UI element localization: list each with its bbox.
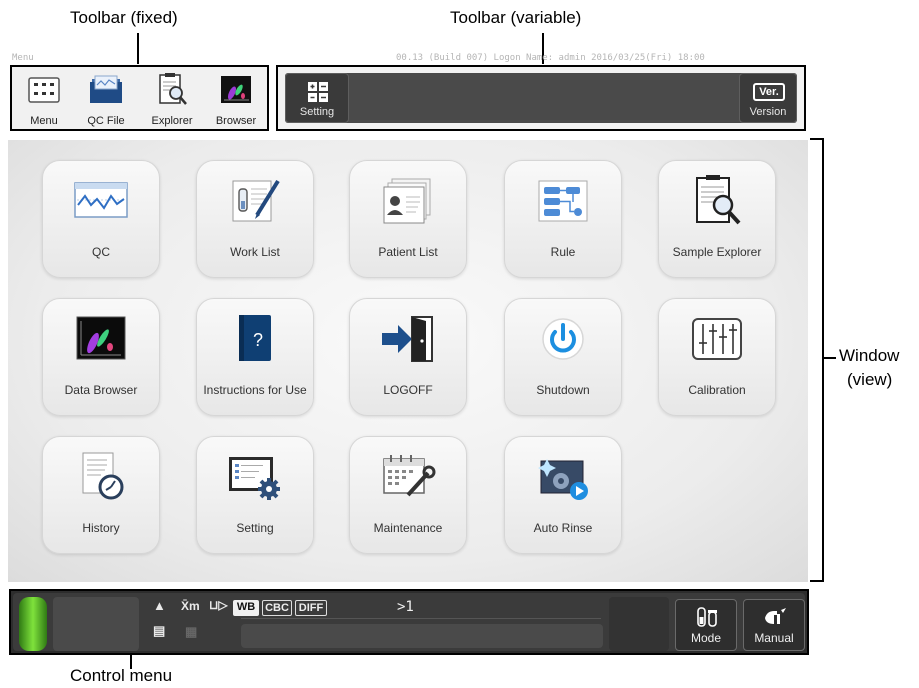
menu-tile-qc-label: QC	[92, 245, 110, 259]
aux-display-panel	[609, 597, 669, 651]
menu-tile-instructions-for-use[interactable]: ? Instructions for Use	[196, 298, 314, 416]
status-led-indicator	[19, 597, 47, 651]
logoff-door-icon	[382, 316, 433, 362]
menu-tile-patient-list-label: Patient List	[378, 245, 438, 259]
sample-explorer-icon	[696, 175, 741, 225]
toolbar-qc-file-button[interactable]: QC File	[76, 71, 136, 127]
main-window-view: QC Work List Patient List Rule Sample Ex…	[8, 140, 808, 582]
setting-gear-icon	[229, 457, 280, 500]
svg-text:?: ?	[253, 330, 263, 350]
callout-toolbar-fixed: Toolbar (fixed)	[70, 8, 178, 27]
toolbar-menu-button[interactable]: Menu	[14, 71, 74, 127]
toolbar-explorer-button[interactable]: Explorer	[142, 71, 202, 127]
auto-rinse-icon	[538, 459, 588, 500]
callout-bracket-window-bottom	[810, 580, 823, 582]
menu-tile-setting-label: Setting	[236, 521, 274, 535]
callout-bracket-window-vert	[822, 138, 824, 582]
setting-list-icon	[308, 82, 328, 102]
status-display-panel	[53, 597, 139, 651]
toolbar-version-label: Version	[749, 106, 787, 118]
menu-tile-sample-explorer-label: Sample Explorer	[672, 245, 762, 259]
menu-tile-history-label: History	[82, 521, 120, 535]
toolbar-version-button[interactable]: Ver. Version	[739, 73, 797, 123]
status-line-right: 00.13 (Build 007) Logon Name: admin 2016…	[396, 53, 705, 63]
menu-tile-logoff[interactable]: LOGOFF	[349, 298, 467, 416]
memory-card-icon: ▦	[185, 624, 198, 639]
menu-tile-instructions-for-use-label: Instructions for Use	[203, 383, 307, 397]
callout-window-sub: (view)	[847, 370, 893, 389]
patient-list-icon	[383, 178, 431, 224]
control-menu-panel: ▲ ▤ X̄m ▦ ⊔▷ WB CBC DIFF >1 Mode Manual	[13, 593, 805, 651]
aspirate-icon: ▲	[153, 598, 166, 613]
tube-mode-icon	[697, 607, 717, 627]
maintenance-calendar-icon	[383, 455, 436, 497]
menu-tile-maintenance[interactable]: Maintenance	[349, 436, 467, 554]
menu-tile-calibration-label: Calibration	[688, 383, 746, 397]
toolbar-browser-button[interactable]: Browser	[206, 71, 266, 127]
callout-control-menu: Control menu	[70, 666, 173, 685]
instructions-book-icon: ?	[239, 315, 271, 361]
menu-tile-logoff-label: LOGOFF	[383, 383, 433, 397]
toolbar-menu-label: Menu	[30, 115, 58, 127]
menu-tile-auto-rinse[interactable]: Auto Rinse	[504, 436, 622, 554]
menu-tile-rule[interactable]: Rule	[504, 160, 622, 278]
menu-tile-work-list[interactable]: Work List	[196, 160, 314, 278]
calibration-sliders-icon	[692, 318, 742, 360]
data-browser-icon	[76, 316, 126, 360]
tube-sampler-icon: ⊔▷	[209, 598, 228, 612]
manual-button-label: Manual	[754, 631, 794, 645]
menu-tile-auto-rinse-label: Auto Rinse	[533, 521, 593, 535]
menu-tile-data-browser-label: Data Browser	[64, 383, 138, 397]
explorer-icon	[159, 73, 187, 105]
callout-line-toolbar-fixed	[137, 33, 139, 64]
control-menu: ▲ ▤ X̄m ▦ ⊔▷ WB CBC DIFF >1 Mode Manual	[9, 589, 809, 655]
menu-tile-sample-explorer[interactable]: Sample Explorer	[658, 160, 776, 278]
toolbar-setting-button[interactable]: Setting	[285, 73, 349, 123]
menu-grid-icon	[28, 77, 60, 103]
mode-button[interactable]: Mode	[675, 599, 737, 651]
version-badge-icon: Ver.	[753, 83, 785, 101]
menu-tile-history[interactable]: History	[42, 436, 160, 554]
menu-tile-setting[interactable]: Setting	[196, 436, 314, 554]
menu-tile-calibration[interactable]: Calibration	[658, 298, 776, 416]
callout-window: Window	[839, 346, 900, 365]
toolbar-qc-file-label: QC File	[87, 115, 125, 127]
status-line-left: Menu	[12, 53, 34, 63]
manual-button[interactable]: Manual	[743, 599, 805, 651]
browser-icon	[221, 76, 251, 103]
xm-indicator: X̄m	[181, 599, 200, 613]
menu-tile-shutdown-label: Shutdown	[536, 383, 590, 397]
manual-hand-icon	[765, 608, 786, 624]
menu-tile-rule-label: Rule	[550, 245, 576, 259]
work-list-icon	[232, 179, 280, 222]
message-display-bar	[241, 624, 603, 648]
toolbar-setting-label: Setting	[299, 106, 335, 118]
toolbar-browser-label: Browser	[215, 115, 257, 127]
menu-tile-patient-list[interactable]: Patient List	[349, 160, 467, 278]
sample-number-text: >1	[397, 599, 414, 615]
menu-tile-shutdown[interactable]: Shutdown	[504, 298, 622, 416]
printer-icon[interactable]: ▤	[153, 623, 165, 639]
history-icon	[82, 452, 124, 500]
menu-tile-qc[interactable]: QC	[42, 160, 160, 278]
toolbar-variable: Setting Ver. Version	[276, 65, 806, 131]
callout-bracket-window-tick	[822, 357, 836, 359]
menu-tile-work-list-label: Work List	[230, 245, 280, 259]
toolbar-fixed: Menu QC File Explorer Browser	[10, 65, 269, 131]
sample-number-field[interactable]	[241, 599, 601, 619]
qc-file-icon	[90, 75, 122, 103]
mode-button-label: Mode	[690, 631, 722, 645]
menu-tile-data-browser[interactable]: Data Browser	[42, 298, 160, 416]
callout-toolbar-variable: Toolbar (variable)	[450, 8, 582, 27]
rule-icon	[538, 180, 588, 222]
qc-chart-icon	[74, 182, 128, 218]
toolbar-variable-panel: Setting Ver. Version	[285, 73, 797, 123]
toolbar-explorer-label: Explorer	[151, 115, 193, 127]
power-icon	[542, 318, 584, 360]
menu-tile-maintenance-label: Maintenance	[373, 521, 443, 535]
